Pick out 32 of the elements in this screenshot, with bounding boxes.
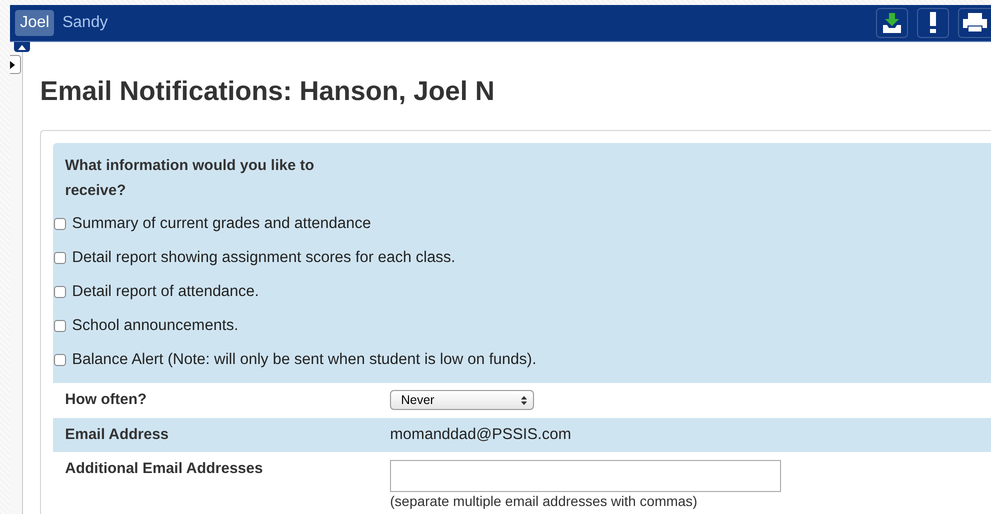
alert-button[interactable] — [917, 8, 949, 38]
page-title: Email Notifications: Hanson, Joel N — [40, 76, 496, 107]
field-label: How often? — [65, 391, 148, 408]
option-label: Balance Alert (Note: will only be sent when student is low on funds). — [72, 351, 536, 369]
student-tab[interactable]: Sandy — [57, 10, 113, 36]
question-heading: What information would you like to receive? — [65, 156, 316, 201]
up-triangle-icon — [18, 44, 26, 50]
expand-tab[interactable] — [10, 55, 21, 74]
email-input-field[interactable] — [390, 460, 781, 492]
sort-arrows-icon — [521, 396, 527, 404]
right-triangle-icon — [10, 60, 15, 68]
print-button[interactable] — [958, 8, 991, 38]
option-label: Summary of current grades and attendance — [72, 215, 371, 233]
checkbox[interactable] — [54, 286, 66, 298]
checkbox[interactable] — [54, 354, 66, 366]
student-tab[interactable]: Joel — [15, 10, 54, 36]
option-label: School announcements. — [72, 317, 238, 335]
collapse-tab[interactable] — [14, 42, 30, 52]
field-hint: (separate multiple email addresses with commas) — [390, 494, 698, 509]
option-label: Detail report of attendance. — [72, 283, 259, 301]
checkbox[interactable] — [54, 218, 66, 230]
checkbox[interactable] — [54, 252, 66, 264]
download-icon — [881, 12, 903, 34]
email-address: momanddad@PSSIS.com — [390, 426, 572, 444]
option-label: Detail report showing assignment scores for each class. — [72, 249, 456, 267]
field-label: Email Address — [65, 426, 170, 443]
printer-icon — [962, 13, 988, 33]
checkbox[interactable] — [54, 320, 66, 332]
field-label: Additional Email Addresses — [65, 460, 264, 477]
exclamation-icon — [929, 12, 937, 34]
download-button[interactable] — [876, 8, 908, 38]
frequency-dropdown[interactable]: Never — [390, 390, 534, 410]
